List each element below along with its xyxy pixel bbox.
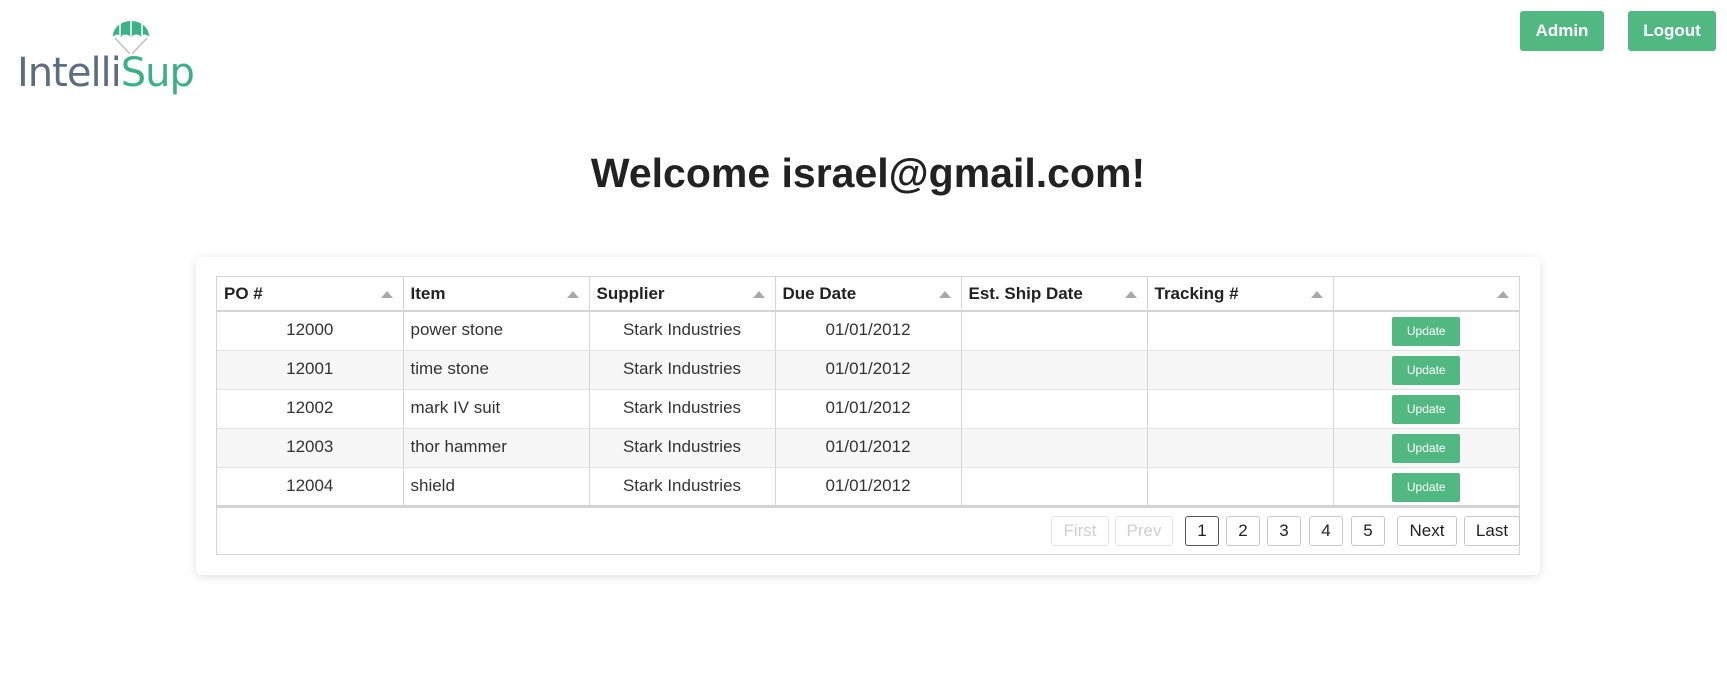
column-header-item[interactable]: Item	[403, 277, 590, 312]
supplier-cell: Stark Industries	[589, 311, 776, 351]
intellisup-logo[interactable]: IntelliSup	[17, 10, 195, 96]
table-row: 12003 thor hammer Stark Industries 01/01…	[217, 428, 1519, 468]
est-ship-date-cell	[961, 311, 1148, 351]
table-row: 12002 mark IV suit Stark Industries 01/0…	[217, 389, 1519, 429]
column-header-label: Est. Ship Date	[968, 283, 1083, 303]
column-header-label: PO #	[224, 283, 263, 303]
table-row: 12001 time stone Stark Industries 01/01/…	[217, 350, 1519, 390]
column-header-tracking[interactable]: Tracking #	[1147, 277, 1334, 312]
update-button[interactable]: Update	[1392, 355, 1461, 385]
po-number-cell: 12004	[217, 467, 404, 508]
supplier-cell: Stark Industries	[589, 428, 776, 468]
last-page-button[interactable]: Last	[1464, 515, 1520, 546]
due-date-cell: 01/01/2012	[775, 350, 962, 390]
sort-triangle-icon	[938, 291, 951, 298]
update-button[interactable]: Update	[1392, 394, 1461, 424]
table-header-row: PO # Item Supplier Due Date Est. Ship Da…	[217, 277, 1519, 312]
logo-part-2: Sup	[120, 50, 195, 96]
item-cell: shield	[403, 467, 590, 508]
column-header-label: Tracking #	[1154, 283, 1239, 303]
due-date-cell: 01/01/2012	[775, 311, 962, 351]
update-button[interactable]: Update	[1392, 472, 1461, 502]
page-5-button[interactable]: 5	[1351, 515, 1385, 546]
item-cell: mark IV suit	[403, 389, 590, 429]
po-number-cell: 12003	[217, 428, 404, 468]
orders-table: PO # Item Supplier Due Date Est. Ship Da…	[216, 276, 1520, 555]
page-4-button[interactable]: 4	[1309, 515, 1343, 546]
supplier-cell: Stark Industries	[589, 467, 776, 508]
tracking-cell	[1147, 389, 1334, 429]
item-cell: time stone	[403, 350, 590, 390]
action-cell: Update	[1333, 467, 1519, 508]
column-header-action[interactable]	[1333, 277, 1519, 312]
item-cell: thor hammer	[403, 428, 590, 468]
logout-button[interactable]: Logout	[1628, 11, 1716, 51]
column-header-label: Item	[410, 283, 446, 303]
update-button[interactable]: Update	[1392, 317, 1461, 346]
table-row: 12004 shield Stark Industries 01/01/2012…	[217, 467, 1519, 508]
supplier-cell: Stark Industries	[589, 350, 776, 390]
supplier-cell: Stark Industries	[589, 389, 776, 429]
action-cell: Update	[1333, 428, 1519, 468]
est-ship-date-cell	[961, 467, 1148, 508]
sort-triangle-icon	[1310, 291, 1323, 298]
sort-triangle-icon	[380, 291, 393, 298]
update-button[interactable]: Update	[1392, 433, 1461, 463]
next-page-button[interactable]: Next	[1397, 515, 1457, 546]
po-number-cell: 12002	[217, 389, 404, 429]
tracking-cell	[1147, 350, 1334, 390]
sort-triangle-icon	[1124, 291, 1137, 298]
column-header-due-date[interactable]: Due Date	[775, 277, 962, 312]
est-ship-date-cell	[961, 389, 1148, 429]
page-3-button[interactable]: 3	[1267, 515, 1301, 546]
pagination: First Prev 1 2 3 4 5 Next Last	[217, 508, 1520, 554]
action-cell: Update	[1333, 311, 1519, 351]
item-cell: power stone	[403, 311, 590, 351]
tracking-cell	[1147, 428, 1334, 468]
column-header-label: Supplier	[596, 283, 665, 303]
column-header-po[interactable]: PO #	[217, 277, 404, 312]
logo-part-1: Intelli	[17, 50, 122, 96]
column-header-est-ship-date[interactable]: Est. Ship Date	[961, 277, 1148, 312]
po-number-cell: 12001	[217, 350, 404, 390]
welcome-heading: Welcome israel@gmail.com!	[590, 150, 1146, 196]
table-row: 12000 power stone Stark Industries 01/01…	[217, 311, 1519, 351]
due-date-cell: 01/01/2012	[775, 467, 962, 508]
page-1-button[interactable]: 1	[1185, 515, 1219, 546]
action-cell: Update	[1333, 350, 1519, 390]
po-number-cell: 12000	[217, 311, 404, 351]
column-header-label: Due Date	[782, 283, 857, 303]
action-cell: Update	[1333, 389, 1519, 429]
tracking-cell	[1147, 311, 1334, 351]
est-ship-date-cell	[961, 428, 1148, 468]
orders-card: PO # Item Supplier Due Date Est. Ship Da…	[196, 257, 1540, 575]
est-ship-date-cell	[961, 350, 1148, 390]
sort-triangle-icon	[752, 291, 765, 298]
due-date-cell: 01/01/2012	[775, 389, 962, 429]
first-page-button[interactable]: First	[1051, 515, 1109, 546]
sort-triangle-icon	[566, 291, 579, 298]
logo-wordmark: IntelliSup	[17, 50, 195, 96]
sort-triangle-icon	[1497, 291, 1509, 298]
page-2-button[interactable]: 2	[1226, 515, 1260, 546]
admin-button[interactable]: Admin	[1520, 11, 1604, 51]
column-header-supplier[interactable]: Supplier	[589, 277, 776, 312]
prev-page-button[interactable]: Prev	[1115, 515, 1173, 546]
tracking-cell	[1147, 467, 1334, 508]
due-date-cell: 01/01/2012	[775, 428, 962, 468]
